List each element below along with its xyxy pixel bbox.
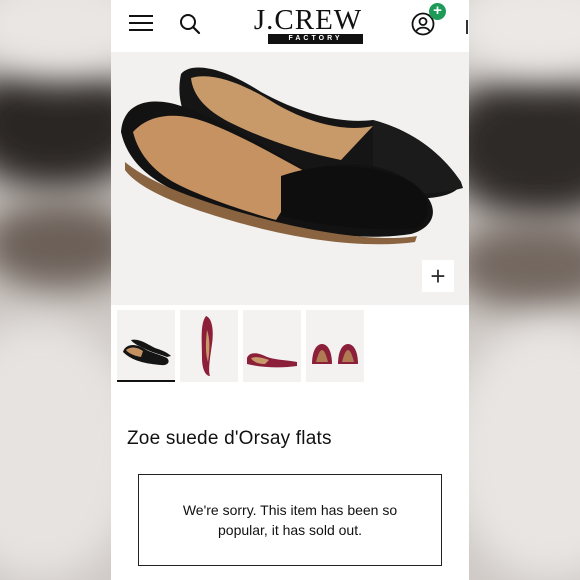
plus-icon: + (430, 261, 446, 291)
thumbnail-burgundy-side[interactable] (180, 310, 238, 382)
thumbnail-image (247, 353, 297, 368)
thumbnail-image (201, 316, 213, 376)
thumbnail-image (312, 344, 358, 364)
product-title: Zoe suede d'Orsay flats (127, 428, 332, 449)
thumbnail-burgundy-profile[interactable] (243, 310, 301, 382)
shoe-pair-image (121, 67, 463, 245)
sold-out-notice: We're sorry. This item has been so popul… (138, 474, 442, 566)
thumbnail-image (123, 339, 171, 366)
thumbnail-black-flats[interactable] (117, 310, 175, 382)
zoom-button[interactable]: + (422, 260, 454, 292)
account-badge: + (429, 3, 446, 20)
search-icon[interactable] (179, 13, 201, 35)
site-header: J.CREW FACTORY + (111, 0, 469, 50)
brand-sub-name: FACTORY (268, 34, 363, 44)
menu-icon[interactable] (129, 15, 153, 33)
thumbnail-strip (111, 310, 469, 386)
brand-logo[interactable]: J.CREW FACTORY (251, 4, 365, 46)
thumbnail-burgundy-back[interactable] (306, 310, 364, 382)
product-image[interactable]: + (111, 52, 469, 305)
sold-out-message: We're sorry. This item has been so popul… (182, 502, 398, 538)
product-page: J.CREW FACTORY + + Zoe suede d'Orsay fla… (111, 0, 469, 580)
brand-name: J.CREW (253, 4, 363, 36)
header-edge-divider (466, 20, 468, 34)
